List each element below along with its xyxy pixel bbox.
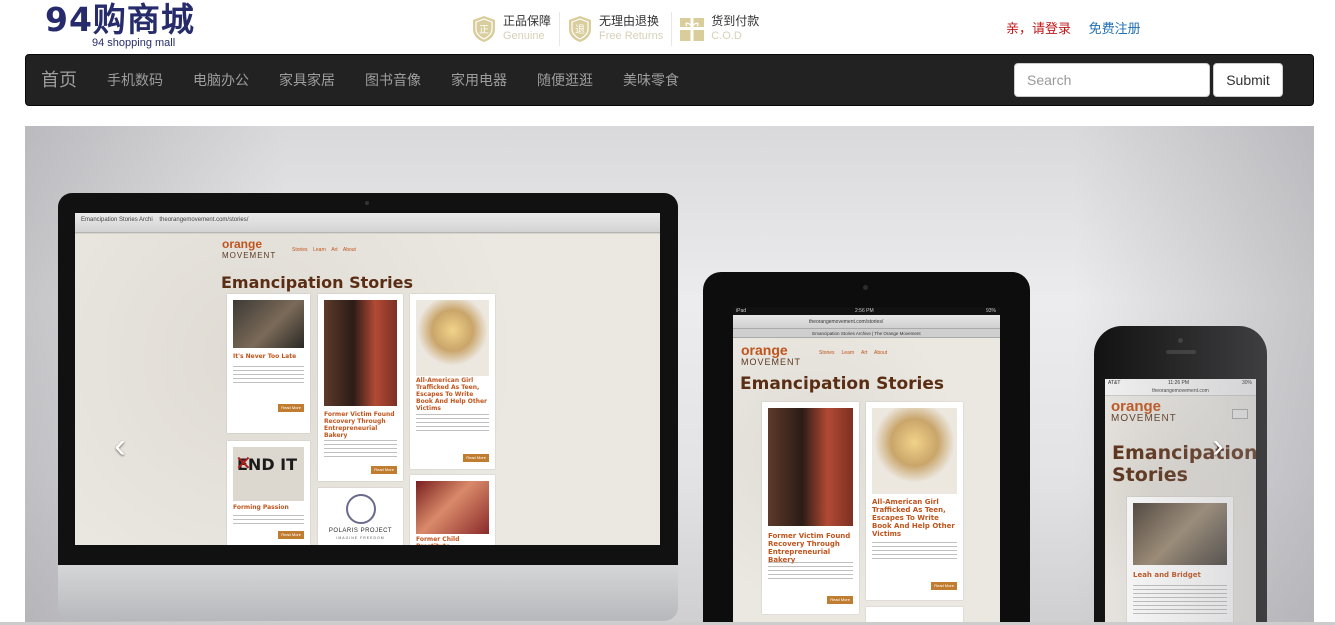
phone-device-image: AT&T 11:26 PM 30% theorangemovement.com … bbox=[1094, 326, 1267, 625]
nav-item-appliances[interactable]: 家用电器 bbox=[451, 55, 507, 105]
promise-title: 无理由退换 bbox=[599, 14, 660, 28]
camera-dot bbox=[1178, 338, 1183, 343]
read-more-button: Read More bbox=[931, 582, 957, 590]
story-image bbox=[233, 300, 304, 348]
browser-url: theorangemovement.com/stories/ bbox=[159, 217, 249, 223]
search-input[interactable] bbox=[1014, 63, 1210, 97]
carousel-next-arrow[interactable]: › bbox=[1203, 426, 1233, 466]
promise-title: 正品保障 bbox=[503, 14, 552, 28]
story-card: Former Victim Found Recovery Through Ent… bbox=[762, 402, 859, 614]
story-card: All-American Girl Trafficked As Teen, Es… bbox=[410, 294, 495, 469]
read-more-button: Read More bbox=[278, 404, 304, 412]
site-page-title: Emancipation Stories bbox=[221, 273, 414, 292]
tablet-url-bar: theorangemovement.com/stories/ bbox=[733, 315, 1000, 329]
top-header: 94购商城 94 shopping mall 正 正品保障 Genuine 退 … bbox=[0, 0, 1335, 54]
site-logo: orange MOVEMENT bbox=[741, 342, 802, 367]
browser-tab-title: Emancipation Stories Archi bbox=[81, 217, 153, 223]
nav-item-browse[interactable]: 随便逛逛 bbox=[537, 55, 593, 105]
site-logo: orange MOVEMENT bbox=[1111, 398, 1177, 424]
polaris-logo bbox=[346, 494, 376, 524]
nav-item-books-media[interactable]: 图书音像 bbox=[365, 55, 421, 105]
story-image bbox=[1133, 503, 1227, 565]
promise-genuine: 正 正品保障 Genuine bbox=[470, 12, 561, 46]
carousel-prev-arrow[interactable]: ‹ bbox=[105, 426, 135, 466]
site-background bbox=[1105, 396, 1256, 625]
genuine-badge-icon: 正 bbox=[470, 15, 498, 43]
phone-screen: AT&T 11:26 PM 30% theorangemovement.com … bbox=[1105, 379, 1256, 625]
story-card: POLARIS PROJECT IMAGINE FREEDOM bbox=[318, 488, 403, 545]
story-card: Former Child Prostitute, bbox=[410, 475, 495, 545]
desktop-screen: Emancipation Stories Archi theorangemove… bbox=[75, 213, 660, 545]
site-page-title: Emancipation Stories bbox=[1112, 442, 1256, 486]
camera-dot bbox=[863, 285, 868, 290]
main-navbar: 首页 手机数码 电脑办公 家具家居 图书音像 家用电器 随便逛逛 美味零食 Su… bbox=[25, 54, 1314, 106]
hero-carousel: Emancipation Stories Archi theorangemove… bbox=[25, 126, 1314, 625]
tablet-status-bar: iPad 2:56 PM 93% bbox=[733, 307, 1000, 315]
tablet-tab-title: Emancipation Stories Archive | The Orang… bbox=[733, 329, 1000, 338]
story-card: Leah and Bridget bbox=[1127, 497, 1233, 625]
svg-text:退: 退 bbox=[575, 24, 585, 36]
phone-status-bar: AT&T 11:26 PM 30% bbox=[1105, 379, 1256, 387]
tablet-device-image: iPad 2:56 PM 93% theorangemovement.com/s… bbox=[703, 272, 1030, 625]
menu-toggle-icon bbox=[1232, 409, 1248, 419]
account-links: 亲，请登录 免费注册 bbox=[1006, 18, 1141, 37]
tablet-screen: iPad 2:56 PM 93% theorangemovement.com/s… bbox=[733, 307, 1000, 625]
desktop-device-image: Emancipation Stories Archi theorangemove… bbox=[58, 193, 678, 621]
story-image bbox=[768, 408, 853, 526]
promise-cod: 货到付款 C.O.D bbox=[678, 12, 767, 46]
nav-item-phones-digital[interactable]: 手机数码 bbox=[107, 55, 163, 105]
promise-returns: 退 无理由退换 Free Returns bbox=[566, 12, 673, 46]
story-image bbox=[416, 300, 489, 376]
nav-home[interactable]: 首页 bbox=[41, 55, 77, 105]
site-menu: Stories Learn Art About bbox=[819, 350, 888, 356]
nav-item-furniture-home[interactable]: 家具家居 bbox=[279, 55, 335, 105]
speaker-grille bbox=[1166, 350, 1196, 354]
nav-item-computers-office[interactable]: 电脑办公 bbox=[193, 55, 249, 105]
browser-toolbar: Emancipation Stories Archi theorangemove… bbox=[75, 213, 660, 233]
promise-subtitle: C.O.D bbox=[711, 30, 742, 42]
camera-dot bbox=[365, 201, 369, 205]
site-logo: orange MOVEMENT bbox=[222, 237, 277, 260]
read-more-button: Read More bbox=[371, 466, 397, 474]
promise-title: 货到付款 bbox=[711, 14, 760, 28]
phone-url-bar: theorangemovement.com bbox=[1105, 387, 1256, 396]
site-menu: Stories Learn Art About bbox=[292, 247, 356, 253]
promise-subtitle: Genuine bbox=[503, 30, 545, 42]
read-more-button: Read More bbox=[463, 454, 489, 462]
story-card: All-American Girl Trafficked As Teen, Es… bbox=[866, 402, 963, 600]
desktop-chin bbox=[58, 565, 678, 621]
gift-box-icon bbox=[678, 15, 706, 43]
story-image: END IT ✕ bbox=[233, 447, 304, 501]
logo-subtitle: 94 shopping mall bbox=[92, 37, 176, 49]
site-logo[interactable]: 94购商城 94 shopping mall bbox=[45, 2, 245, 50]
story-card: It's Never Too Late Read More bbox=[227, 294, 310, 433]
register-link[interactable]: 免费注册 bbox=[1089, 21, 1141, 36]
logo-title: 94购商城 bbox=[45, 0, 195, 39]
search-submit-button[interactable]: Submit bbox=[1213, 63, 1283, 97]
returns-badge-icon: 退 bbox=[566, 15, 594, 43]
read-more-button: Read More bbox=[278, 531, 304, 539]
login-link[interactable]: 亲，请登录 bbox=[1006, 21, 1071, 36]
service-promises: 正 正品保障 Genuine 退 无理由退换 Free Returns 货到付款… bbox=[470, 12, 773, 46]
story-card: Former Victim Found Recovery Through Ent… bbox=[318, 294, 403, 481]
site-page-title: Emancipation Stories bbox=[740, 374, 945, 394]
read-more-button: Read More bbox=[827, 596, 853, 604]
story-image bbox=[872, 408, 957, 494]
svg-text:正: 正 bbox=[479, 25, 489, 36]
nav-item-snacks[interactable]: 美味零食 bbox=[623, 55, 679, 105]
story-card: END IT ✕ Forming Passion Read More bbox=[227, 441, 310, 545]
promise-subtitle: Free Returns bbox=[599, 30, 664, 42]
story-image bbox=[416, 481, 489, 534]
story-image bbox=[324, 300, 397, 406]
